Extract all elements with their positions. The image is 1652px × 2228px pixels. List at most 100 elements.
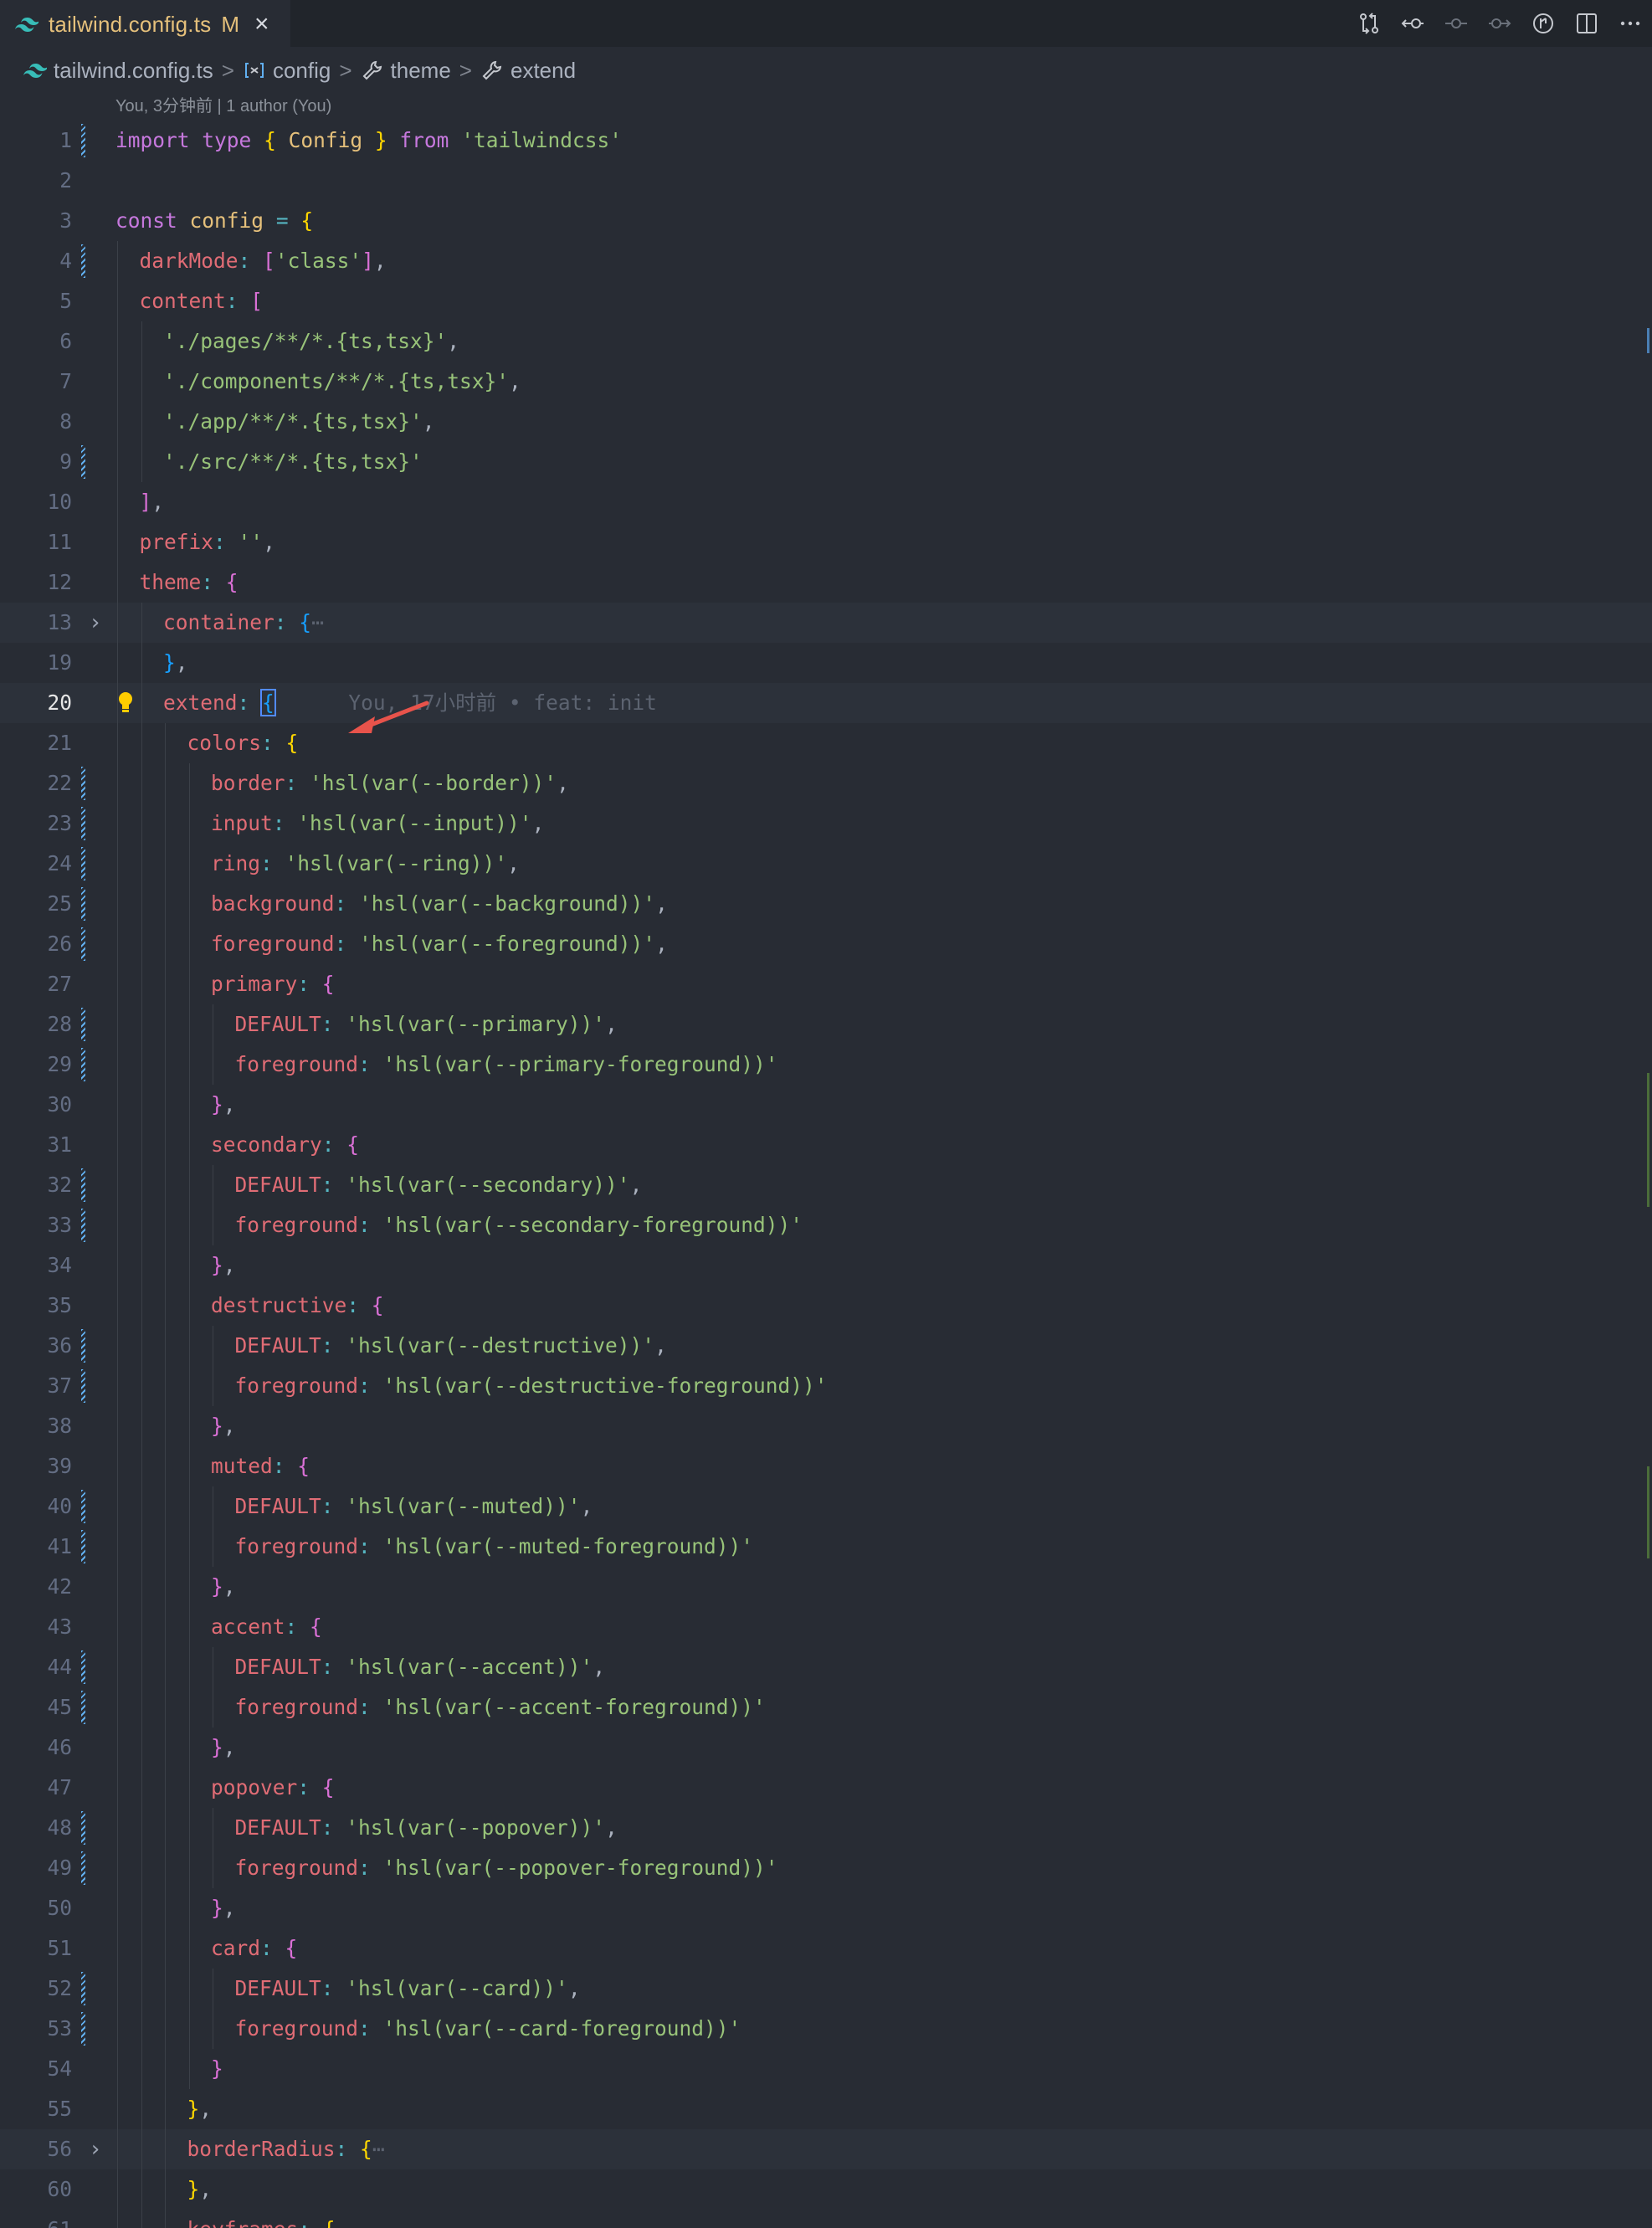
git-change-marker[interactable] <box>81 1490 85 1523</box>
code-line[interactable]: 51 card: { <box>0 1928 1652 1969</box>
more-icon[interactable] <box>1608 0 1652 47</box>
code-line[interactable]: 3 const config = { <box>0 201 1652 241</box>
git-change-marker[interactable] <box>81 807 85 840</box>
code-line[interactable]: 6 './pages/**/*.{ts,tsx}', <box>0 321 1652 362</box>
code-line[interactable]: 41 foreground: 'hsl(var(--muted-foregroun… <box>0 1527 1652 1567</box>
code-line[interactable]: 52 DEFAULT: 'hsl(var(--card))', <box>0 1969 1652 2009</box>
git-change-marker[interactable] <box>81 124 85 157</box>
code-editor[interactable]: 1 import type { Config } from 'tailwindcs… <box>0 121 1652 2228</box>
git-change-marker[interactable] <box>81 1851 85 1885</box>
code-line[interactable]: 5 content: [ <box>0 281 1652 321</box>
code-line[interactable]: 55}, <box>0 2089 1652 2129</box>
timeline-icon[interactable] <box>1521 0 1565 47</box>
lightbulb-icon[interactable] <box>117 691 134 715</box>
git-change-marker[interactable] <box>81 927 85 961</box>
code-line[interactable]: 50}, <box>0 1888 1652 1928</box>
code-line[interactable]: 49 foreground: 'hsl(var(--popover-foregro… <box>0 1848 1652 1888</box>
git-change-marker[interactable] <box>81 244 85 278</box>
code-line[interactable]: 46}, <box>0 1727 1652 1768</box>
git-change-marker[interactable] <box>81 847 85 880</box>
code-line[interactable]: 27 primary: { <box>0 964 1652 1004</box>
indent-guide <box>165 1406 166 1446</box>
line-number: 60 <box>47 2177 72 2201</box>
git-change-marker[interactable] <box>81 1972 85 2005</box>
git-change-marker[interactable] <box>81 1530 85 1563</box>
code-line[interactable]: 34}, <box>0 1245 1652 1286</box>
code-line[interactable]: 12 theme: { <box>0 562 1652 603</box>
code-line[interactable]: 19}, <box>0 643 1652 683</box>
git-change-marker[interactable] <box>81 2012 85 2046</box>
code-line[interactable]: 20 extend: { You, 17小时前 • feat: init <box>0 683 1652 723</box>
breadcrumb-theme[interactable]: theme <box>361 58 451 84</box>
code-line[interactable]: 13 › container: {⋯ <box>0 603 1652 643</box>
code-line[interactable]: 38}, <box>0 1406 1652 1446</box>
indent-guide <box>165 1727 166 1768</box>
git-change-marker[interactable] <box>81 1048 85 1081</box>
git-change-marker[interactable] <box>81 1209 85 1242</box>
overview-ruler[interactable] <box>1647 94 1652 2228</box>
code-line[interactable]: 26 foreground: 'hsl(var(--foreground))', <box>0 924 1652 964</box>
breadcrumb-config[interactable]: config <box>243 58 331 84</box>
code-line[interactable]: 44 DEFAULT: 'hsl(var(--accent))', <box>0 1647 1652 1687</box>
code-line[interactable]: 22 border: 'hsl(var(--border))', <box>0 763 1652 803</box>
code-line[interactable]: 30}, <box>0 1085 1652 1125</box>
close-tab-icon[interactable]: × <box>254 12 269 37</box>
git-change-marker[interactable] <box>81 767 85 800</box>
go-back-icon[interactable] <box>1391 0 1434 47</box>
git-change-marker[interactable] <box>81 445 85 479</box>
code-line[interactable]: 25 background: 'hsl(var(--background))', <box>0 884 1652 924</box>
code-line[interactable]: 10], <box>0 482 1652 522</box>
code-line[interactable]: 28 DEFAULT: 'hsl(var(--primary))', <box>0 1004 1652 1045</box>
git-change-marker[interactable] <box>81 1811 85 1845</box>
git-change-marker[interactable] <box>81 1008 85 1041</box>
code-line[interactable]: 31 secondary: { <box>0 1125 1652 1165</box>
go-forward-icon[interactable] <box>1478 0 1521 47</box>
code-line[interactable]: 8 './app/**/*.{ts,tsx}', <box>0 402 1652 442</box>
code-line[interactable]: 33 foreground: 'hsl(var(--secondary-foreg… <box>0 1205 1652 1245</box>
tab-tailwind-config[interactable]: tailwind.config.ts M × <box>0 0 290 47</box>
git-change-marker[interactable] <box>81 1369 85 1403</box>
code-line[interactable]: 37 foreground: 'hsl(var(--destructive-for… <box>0 1366 1652 1406</box>
git-change-marker[interactable] <box>81 1168 85 1202</box>
git-change-marker[interactable] <box>81 1329 85 1363</box>
indent-guide <box>117 321 118 362</box>
git-compare-icon[interactable] <box>1347 0 1391 47</box>
code-line[interactable]: 23 input: 'hsl(var(--input))', <box>0 803 1652 844</box>
commit-icon[interactable] <box>1434 0 1478 47</box>
code-line[interactable]: 9 './src/**/*.{ts,tsx}' <box>0 442 1652 482</box>
code-line[interactable]: 48 DEFAULT: 'hsl(var(--popover))', <box>0 1808 1652 1848</box>
code-line[interactable]: 39 muted: { <box>0 1446 1652 1486</box>
code-line[interactable]: 32 DEFAULT: 'hsl(var(--secondary))', <box>0 1165 1652 1205</box>
git-change-marker[interactable] <box>81 1650 85 1684</box>
code-line[interactable]: 36 DEFAULT: 'hsl(var(--destructive))', <box>0 1326 1652 1366</box>
code-line[interactable]: 4 darkMode: ['class'], <box>0 241 1652 281</box>
indent-guide <box>141 884 142 924</box>
code-line[interactable]: 47 popover: { <box>0 1768 1652 1808</box>
fold-chevron-icon[interactable]: › <box>89 603 105 643</box>
code-line[interactable]: 40 DEFAULT: 'hsl(var(--muted))', <box>0 1486 1652 1527</box>
code-line[interactable]: 29 foreground: 'hsl(var(--primary-foregro… <box>0 1045 1652 1085</box>
code-line[interactable]: 35 destructive: { <box>0 1286 1652 1326</box>
code-line[interactable]: 56 › borderRadius: {⋯ <box>0 2129 1652 2169</box>
code-line[interactable]: 2 <box>0 161 1652 201</box>
code-line[interactable]: 11 prefix: '', <box>0 522 1652 562</box>
code-line[interactable]: 1 import type { Config } from 'tailwindcs… <box>0 121 1652 161</box>
code-line[interactable]: 7 './components/**/*.{ts,tsx}', <box>0 362 1652 402</box>
code-line[interactable]: 24 ring: 'hsl(var(--ring))', <box>0 844 1652 884</box>
code-line[interactable]: 60}, <box>0 2169 1652 2210</box>
split-editor-icon[interactable] <box>1565 0 1608 47</box>
breadcrumb-extend[interactable]: extend <box>480 58 576 84</box>
git-change-marker[interactable] <box>81 1691 85 1724</box>
fold-chevron-icon[interactable]: › <box>89 2129 105 2169</box>
code-line[interactable]: 54} <box>0 2049 1652 2089</box>
code-line[interactable]: 53 foreground: 'hsl(var(--card-foreground… <box>0 2009 1652 2049</box>
code-line[interactable]: 21 colors: { <box>0 723 1652 763</box>
code-line[interactable]: 61 keyframes: { <box>0 2210 1652 2228</box>
codelens-blame[interactable]: You, 3分钟前 | 1 author (You) <box>115 92 331 117</box>
code-line[interactable]: 45 foreground: 'hsl(var(--accent-foregrou… <box>0 1687 1652 1727</box>
code-line[interactable]: 43 accent: { <box>0 1607 1652 1647</box>
breadcrumb-file[interactable]: tailwind.config.ts <box>23 58 213 84</box>
git-change-marker[interactable] <box>81 887 85 921</box>
code-line[interactable]: 42}, <box>0 1567 1652 1607</box>
indent-guide <box>188 924 190 964</box>
